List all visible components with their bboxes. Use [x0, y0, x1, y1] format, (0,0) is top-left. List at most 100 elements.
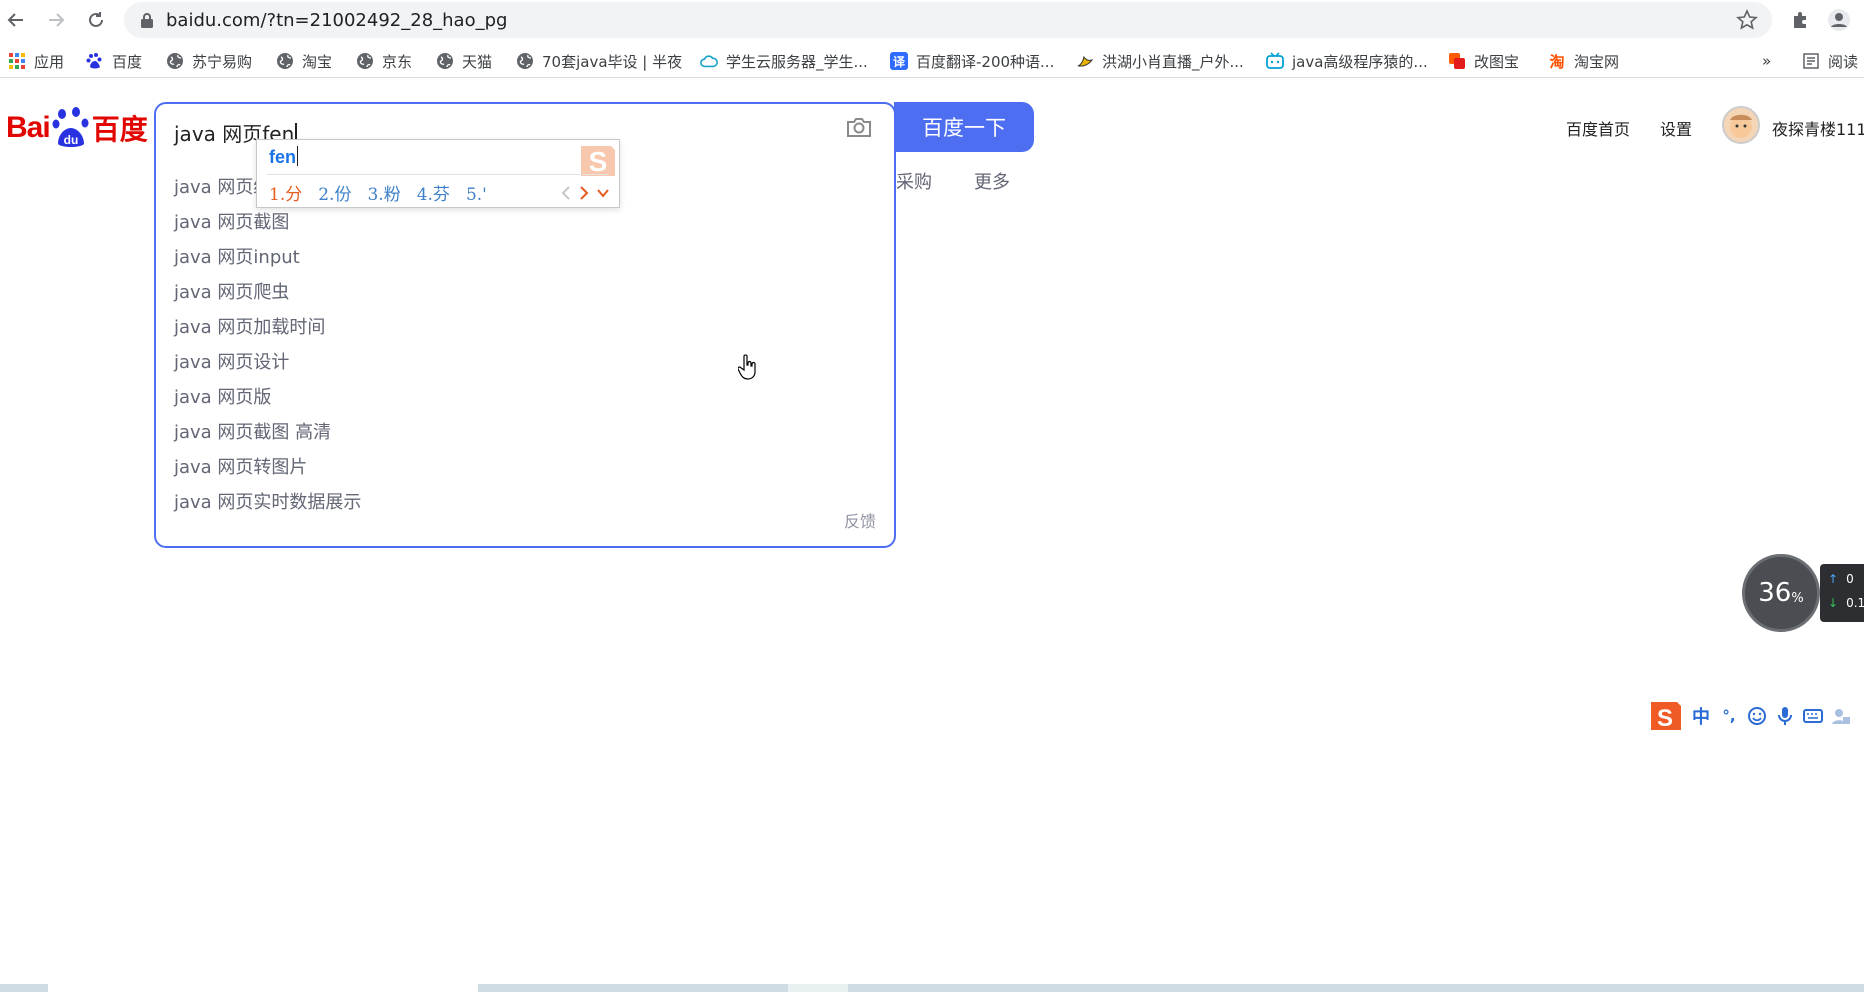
baidu-paw-icon: [86, 52, 104, 70]
ime-caret: [297, 146, 298, 166]
feedback-link[interactable]: 反馈: [844, 508, 876, 532]
reload-button[interactable]: [82, 6, 110, 34]
reading-list-button[interactable]: 阅读: [1802, 50, 1858, 72]
bird-icon: [1076, 52, 1094, 70]
toolbox-icon[interactable]: [1858, 705, 1864, 727]
taskbar-strip: [0, 984, 1864, 992]
settings-link[interactable]: 设置: [1660, 116, 1692, 140]
suggestion-list: java 网页编 java 网页截图 java 网页input java 网页爬…: [174, 170, 874, 520]
bilibili-icon: [1266, 52, 1284, 70]
search-button[interactable]: 百度一下: [894, 102, 1034, 152]
baidu-logo[interactable]: Bai du 百度: [6, 104, 148, 152]
upload-speed: 0: [1846, 572, 1854, 586]
speed-percent: 36: [1758, 578, 1792, 608]
suggestion-item[interactable]: java 网页转图片: [174, 450, 874, 485]
ime-candidate[interactable]: 5.': [466, 185, 487, 205]
ime-punct-toggle[interactable]: °,: [1718, 705, 1740, 727]
keyboard-icon[interactable]: [1802, 705, 1824, 727]
gaitubao-icon: [1448, 52, 1466, 70]
lock-icon: [141, 13, 153, 28]
reload-icon: [89, 12, 103, 27]
svg-text:du: du: [63, 133, 78, 147]
tab-more[interactable]: 更多: [974, 168, 1010, 194]
bookmark-baidu[interactable]: 百度: [86, 50, 142, 72]
bookmark-tmall[interactable]: 天猫: [436, 50, 492, 72]
bookmarks-overflow-button[interactable]: »: [1762, 50, 1771, 72]
forward-arrow-icon: [49, 13, 65, 27]
speed-panel: ↑ 0 ↓ 0.1: [1820, 564, 1864, 622]
puzzle-icon: [1794, 12, 1806, 28]
address-bar[interactable]: baidu.com/?tn=21002492_28_hao_pg: [124, 2, 1772, 38]
logo-text-bai: Bai: [6, 111, 51, 144]
svg-text:S: S: [589, 146, 608, 177]
ime-candidates: 1.分 2.份 3.粉 4.芬 5.': [269, 180, 503, 205]
bookmark-apps[interactable]: 应用: [8, 50, 64, 72]
user-skin-icon[interactable]: [1830, 705, 1852, 727]
bookmark-jd[interactable]: 京东: [356, 50, 412, 72]
download-speed: 0.1: [1846, 596, 1864, 610]
sogou-logo-icon[interactable]: S: [1648, 698, 1684, 734]
back-button[interactable]: [2, 6, 30, 34]
baidu-paw-logo-icon: du: [52, 107, 89, 147]
username-link[interactable]: 夜探青楼111: [1772, 116, 1864, 140]
bookmark-taobao[interactable]: 淘宝: [276, 50, 332, 72]
suggestion-item[interactable]: java 网页爬虫: [174, 275, 874, 310]
globe-icon: [516, 52, 534, 70]
ime-pager: [559, 184, 611, 202]
chevron-right-icon[interactable]: [577, 184, 591, 202]
cloud-icon: [700, 52, 718, 70]
suggestion-item[interactable]: java 网页版: [174, 380, 874, 415]
avatar[interactable]: [1722, 106, 1760, 144]
back-arrow-icon: [7, 13, 23, 27]
reading-list-icon: [1802, 52, 1820, 70]
chevron-left-icon[interactable]: [559, 184, 573, 202]
bookmarks-bar: 应用 百度 苏宁易购 淘宝 京东 天猫 70套java毕设 | 半夜 学生云服务…: [0, 44, 1864, 78]
hand-cursor-icon: [738, 354, 756, 380]
camera-icon[interactable]: [846, 116, 872, 138]
ime-candidate-window: fen S 1.分 2.份 3.粉 4.芬 5.': [256, 139, 620, 208]
profile-button[interactable]: [1826, 7, 1852, 33]
svg-text:S: S: [1657, 705, 1673, 732]
globe-icon: [276, 52, 294, 70]
suggestion-item[interactable]: java 网页截图 高清: [174, 415, 874, 450]
globe-icon: [356, 52, 374, 70]
emoji-icon[interactable]: [1746, 705, 1768, 727]
bookmark-java-projects[interactable]: 70套java毕设 | 半夜: [516, 50, 682, 72]
suggestion-item[interactable]: java 网页截图: [174, 205, 874, 240]
microphone-icon[interactable]: [1774, 705, 1796, 727]
forward-button[interactable]: [42, 6, 70, 34]
suggestion-item[interactable]: java 网页实时数据展示: [174, 485, 874, 520]
bookmark-gaitubao[interactable]: 改图宝: [1448, 50, 1519, 72]
ime-candidate[interactable]: 3.粉: [367, 185, 400, 205]
url-text: baidu.com/?tn=21002492_28_hao_pg: [166, 10, 508, 31]
bookmark-suning[interactable]: 苏宁易购: [166, 50, 252, 72]
bookmark-honghu-live[interactable]: 洪湖小肖直播_户外...: [1076, 50, 1244, 72]
speed-meter[interactable]: 36%: [1742, 554, 1820, 632]
bookmark-star-icon[interactable]: [1736, 9, 1758, 31]
ime-composition: fen: [269, 147, 296, 167]
suggestion-item[interactable]: java 网页input: [174, 240, 874, 275]
bookmark-student-cloud[interactable]: 学生云服务器_学生...: [700, 50, 868, 72]
chevron-down-icon[interactable]: [595, 184, 611, 202]
download-arrow-icon: ↓: [1828, 596, 1839, 610]
bookmark-taobao-net[interactable]: 淘 淘宝网: [1548, 50, 1619, 72]
ime-mode-toggle[interactable]: 中: [1690, 705, 1712, 728]
globe-icon: [436, 52, 454, 70]
ime-candidate[interactable]: 1.分: [269, 185, 302, 205]
suggestion-item[interactable]: java 网页加载时间: [174, 310, 874, 345]
logo-text-baidu-cn: 百度: [91, 113, 148, 146]
suggestion-item[interactable]: java 网页设计: [174, 345, 874, 380]
ime-toolbar: S 中 °,: [1648, 696, 1864, 736]
bookmark-bilibili-java[interactable]: java高级程序猿的...: [1266, 50, 1428, 72]
tab-purchase[interactable]: 采购: [896, 168, 932, 194]
profile-icon: [1828, 9, 1850, 31]
extensions-button[interactable]: [1788, 7, 1814, 33]
avatar-icon: [1730, 114, 1752, 138]
apps-grid-icon: [8, 52, 26, 70]
baidu-home-link[interactable]: 百度首页: [1566, 116, 1630, 140]
globe-icon: [166, 52, 184, 70]
ime-candidate[interactable]: 4.芬: [417, 185, 450, 205]
browser-toolbar: baidu.com/?tn=21002492_28_hao_pg: [0, 0, 1864, 40]
bookmark-baidu-translate[interactable]: 译 百度翻译-200种语...: [890, 50, 1054, 72]
ime-candidate[interactable]: 2.份: [318, 185, 351, 205]
